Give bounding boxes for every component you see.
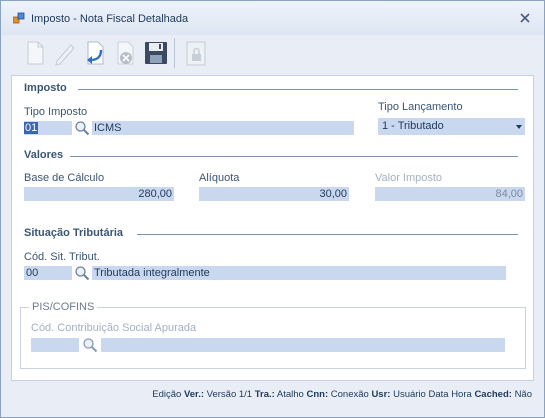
section-situacao-title: Situação Tributária: [24, 227, 124, 239]
base-calculo-label: Base de Cálculo: [24, 172, 105, 184]
app-icon: [13, 12, 25, 24]
save-floppy-icon[interactable]: [140, 37, 172, 69]
section-divider: [78, 89, 518, 90]
window-title: Imposto - Nota Fiscal Detalhada: [31, 13, 189, 25]
tipo-imposto-code-value: 01: [24, 122, 39, 134]
pis-cofins-group: PIS/COFINS Cód. Contribuição Social Apur…: [20, 301, 526, 369]
cod-sit-description: Tributada integralmente: [92, 266, 506, 280]
cod-sit-label: Cód. Sit. Tribut.: [24, 251, 100, 263]
valor-imposto-field: 84,00: [375, 187, 525, 201]
section-imposto-title: Imposto: [24, 82, 67, 94]
pis-cofins-title: PIS/COFINS: [29, 301, 98, 313]
search-icon[interactable]: [74, 265, 90, 281]
toolbar: [11, 35, 534, 71]
tipo-lancamento-select[interactable]: 1 - Tributado: [378, 118, 525, 135]
tipo-imposto-description: ICMS: [92, 121, 354, 135]
status-data-hora: Data Hora: [428, 389, 472, 400]
delete-icon[interactable]: [109, 37, 141, 69]
cod-contrib-code-input[interactable]: [31, 338, 79, 352]
cod-sit-code-input[interactable]: 00: [24, 266, 72, 280]
form-panel: Imposto Tipo Imposto 01 ICMS Tipo Lançam…: [11, 75, 534, 381]
undo-arrow-icon[interactable]: [79, 37, 111, 69]
toolbar-separator: [174, 38, 175, 68]
section-divider: [137, 234, 518, 235]
status-ver-value: Versão 1/1: [206, 389, 253, 400]
status-tra-value: Atalho: [276, 389, 304, 400]
base-calculo-input[interactable]: 280,00: [24, 187, 174, 201]
chevron-down-icon[interactable]: [516, 125, 522, 129]
tipo-lancamento-value: 1 - Tributado: [382, 120, 444, 132]
status-usr-value: Usuário: [393, 389, 426, 400]
status-cached-label: Cached:: [474, 389, 512, 400]
status-cached-value: Não: [514, 389, 532, 400]
aliquota-input[interactable]: 30,00: [199, 187, 349, 201]
status-bar: Edição Ver.: Versão 1/1 Tra.: Atalho Cnn…: [1, 385, 544, 405]
section-divider: [70, 156, 518, 157]
lock-icon[interactable]: [179, 37, 211, 69]
new-document-icon[interactable]: [19, 37, 51, 69]
cod-contrib-description: [101, 338, 505, 352]
close-icon[interactable]: [518, 11, 532, 25]
tipo-imposto-code-input[interactable]: 01: [24, 121, 72, 135]
valor-imposto-label: Valor Imposto: [375, 172, 443, 184]
tipo-imposto-label: Tipo Imposto: [24, 106, 88, 118]
status-tra-label: Tra.:: [254, 389, 275, 400]
aliquota-label: Alíquota: [199, 172, 240, 184]
search-icon[interactable]: [74, 120, 90, 136]
dialog-window: Imposto - Nota Fiscal Detalhada Imposto …: [0, 0, 545, 418]
status-edicao: Edição: [152, 389, 182, 400]
status-ver-label: Ver.:: [183, 389, 205, 400]
section-valores-title: Valores: [24, 149, 64, 161]
status-usr-label: Usr:: [371, 389, 391, 400]
cod-contrib-label: Cód. Contribuição Social Apurada: [31, 322, 197, 334]
edit-pencil-icon[interactable]: [49, 37, 81, 69]
title-bar: Imposto - Nota Fiscal Detalhada: [1, 1, 544, 35]
search-icon[interactable]: [82, 337, 98, 353]
status-cnn-label: Cnn:: [306, 389, 329, 400]
status-cnn-value: Conexão: [330, 389, 369, 400]
tipo-lancamento-label: Tipo Lançamento: [378, 101, 463, 113]
